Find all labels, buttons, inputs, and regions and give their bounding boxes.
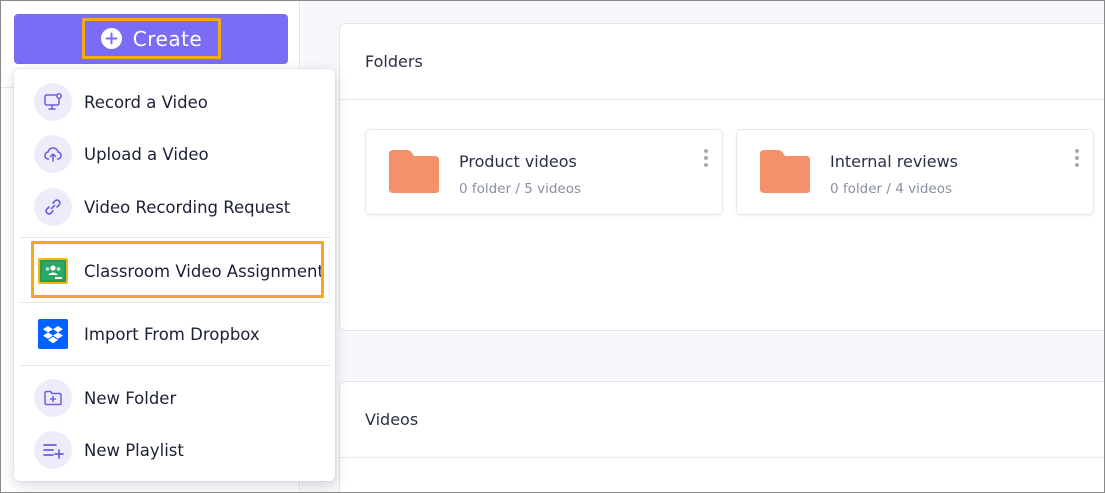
link-icon <box>34 188 72 226</box>
menu-item-new-playlist[interactable]: New Playlist <box>14 425 335 475</box>
more-options-icon[interactable] <box>1073 148 1081 168</box>
cloud-upload-icon <box>34 135 72 173</box>
menu-item-record-video[interactable]: Record a Video <box>14 77 335 127</box>
folders-divider <box>340 99 1104 100</box>
create-button[interactable]: Create <box>14 14 288 64</box>
folder-name: Internal reviews <box>830 152 958 171</box>
menu-item-new-folder[interactable]: New Folder <box>14 373 335 423</box>
folder-icon <box>389 150 439 193</box>
menu-item-label: Video Recording Request <box>84 197 291 217</box>
create-dropdown-menu: Record a Video Upload a Video Video Reco… <box>14 69 335 481</box>
playlist-add-icon <box>34 431 72 469</box>
menu-item-label: New Playlist <box>84 440 184 460</box>
menu-divider <box>20 365 330 366</box>
create-highlight-box: Create <box>82 18 221 59</box>
videos-divider <box>340 457 1104 458</box>
folders-title: Folders <box>365 52 423 71</box>
folder-card-internal-reviews[interactable]: Internal reviews 0 folder / 4 videos <box>736 129 1094 215</box>
dropbox-icon <box>37 318 69 350</box>
menu-item-label: Import From Dropbox <box>84 324 260 344</box>
menu-divider <box>20 237 330 238</box>
videos-panel: Videos <box>339 381 1104 492</box>
create-label: Create <box>132 26 203 51</box>
menu-item-label: Classroom Video Assignment <box>84 261 324 281</box>
folder-name: Product videos <box>459 152 577 171</box>
videos-title: Videos <box>365 410 419 429</box>
folder-meta: 0 folder / 4 videos <box>830 181 952 197</box>
folder-icon <box>760 150 810 193</box>
google-classroom-icon <box>37 255 69 287</box>
monitor-record-icon <box>34 83 72 121</box>
menu-item-video-recording-request[interactable]: Video Recording Request <box>14 182 335 232</box>
menu-item-import-dropbox[interactable]: Import From Dropbox <box>14 309 335 359</box>
folder-card-product-videos[interactable]: Product videos 0 folder / 5 videos <box>365 129 723 215</box>
menu-item-label: Upload a Video <box>84 144 209 164</box>
app-window: Folders Product videos 0 folder / 5 vide… <box>0 0 1105 493</box>
plus-circle-icon <box>100 28 122 49</box>
menu-item-label: New Folder <box>84 388 177 408</box>
folder-meta: 0 folder / 5 videos <box>459 181 581 197</box>
menu-item-classroom-video-assignment[interactable]: Classroom Video Assignment <box>14 246 335 296</box>
main-content: Folders Product videos 0 folder / 5 vide… <box>301 1 1104 492</box>
folders-panel: Folders Product videos 0 folder / 5 vide… <box>339 23 1104 331</box>
folder-plus-icon <box>34 379 72 417</box>
more-options-icon[interactable] <box>702 148 710 168</box>
menu-item-upload-video[interactable]: Upload a Video <box>14 129 335 179</box>
menu-divider <box>20 302 330 303</box>
menu-item-label: Record a Video <box>84 92 208 112</box>
